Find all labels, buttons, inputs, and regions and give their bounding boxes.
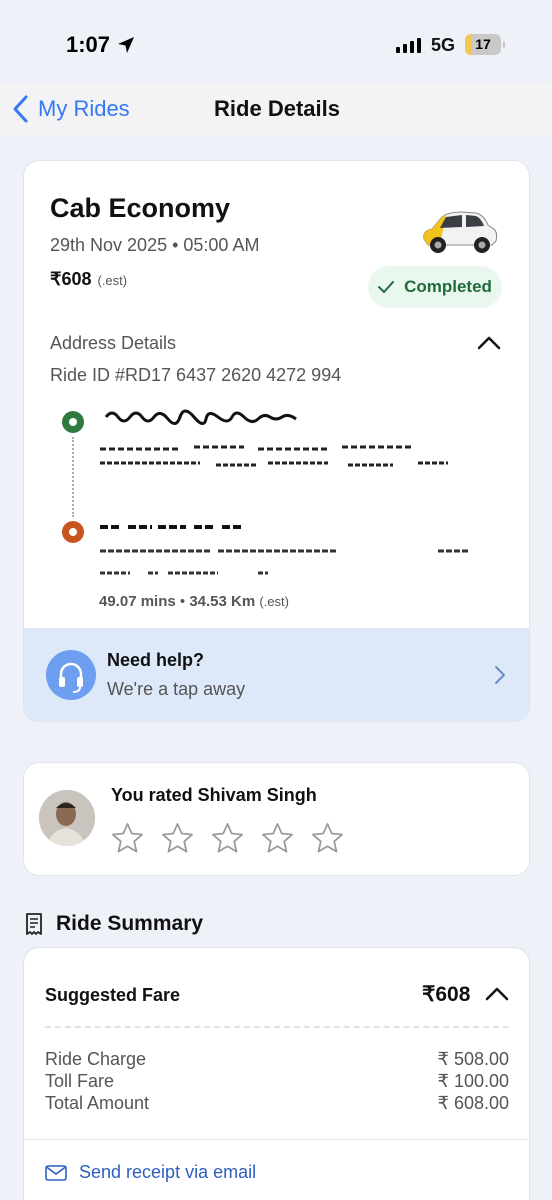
rating-text: You rated Shivam Singh	[111, 785, 317, 805]
status-badge: Completed	[368, 266, 502, 308]
fare-card: Suggested Fare ₹608 Ride Charge ₹ 508.00…	[23, 947, 530, 1200]
ride-fare: ₹608 (.est)	[50, 269, 127, 290]
location-arrow-icon	[118, 37, 134, 53]
status-time: 1:07	[66, 32, 111, 57]
receipt-icon	[26, 913, 42, 935]
divider	[45, 1026, 509, 1028]
ride-card: Cab Economy 29th Nov 2025 • 05:00 AM ₹60…	[23, 160, 530, 722]
star-rating[interactable]	[110, 821, 345, 856]
drop-address-redacted	[100, 525, 468, 575]
line-item-label: Ride Charge	[45, 1049, 147, 1069]
ride-id: Ride ID #RD17 6437 2620 4272 994	[50, 365, 342, 385]
fare-breakdown: Ride Charge ₹ 508.00 Toll Fare ₹ 100.00 …	[45, 1048, 509, 1114]
line-item-value: ₹ 608.00	[437, 1093, 509, 1113]
ride-stats: 49.07 mins • 34.53 Km (.est)	[99, 593, 289, 610]
rating-card: You rated Shivam Singh	[23, 762, 530, 876]
summary-title: Ride Summary	[56, 912, 204, 935]
drop-dot-icon	[62, 521, 84, 543]
fare-amount: ₹608	[422, 983, 471, 1006]
line-item-label: Toll Fare	[45, 1071, 115, 1091]
star-icon[interactable]	[110, 821, 145, 856]
chevron-up-icon[interactable]	[484, 984, 510, 1002]
chevron-right-icon	[495, 666, 505, 684]
list-item: Toll Fare ₹ 100.00	[45, 1070, 509, 1092]
line-item-label: Total Amount	[45, 1093, 150, 1113]
page-title: Ride Details	[214, 96, 340, 121]
pickup-dot-icon	[62, 411, 84, 433]
help-banner[interactable]: Need help? We're a tap away	[24, 628, 529, 721]
ride-distance: 34.53 Km	[189, 593, 256, 610]
ride-type: Cab Economy	[50, 193, 231, 223]
send-receipt-link[interactable]: Send receipt via email	[45, 1162, 256, 1183]
fare-label: Suggested Fare	[45, 985, 181, 1005]
star-icon[interactable]	[210, 821, 245, 856]
list-item: Total Amount ₹ 608.00	[45, 1092, 509, 1114]
help-avatar	[46, 650, 96, 700]
line-item-value: ₹ 100.00	[437, 1071, 509, 1091]
status-bar: 1:07 5G 17	[0, 0, 552, 84]
ride-stats-note: (.est)	[259, 594, 289, 609]
pickup-address-redacted	[100, 409, 448, 467]
battery-percent: 17	[475, 36, 491, 52]
ride-date: 29th Nov 2025 • 05:00 AM	[50, 235, 260, 255]
line-item-value: ₹ 508.00	[437, 1049, 509, 1069]
mail-icon	[45, 1164, 67, 1181]
help-subtitle: We're a tap away	[107, 679, 246, 699]
battery-nub	[503, 41, 505, 48]
avatar	[39, 790, 95, 846]
car-icon	[423, 211, 498, 253]
driver-photo	[39, 790, 95, 846]
ride-duration: 49.07 mins	[99, 593, 176, 610]
chevron-up-icon[interactable]	[476, 333, 502, 351]
star-icon[interactable]	[260, 821, 295, 856]
headset-icon	[59, 662, 83, 693]
route-line	[72, 437, 74, 517]
signal-icon	[396, 38, 421, 53]
checkmark-icon	[378, 281, 395, 293]
battery-icon: 17	[465, 34, 501, 55]
ride-fare-note: (.est)	[97, 273, 128, 288]
divider	[24, 1139, 529, 1140]
help-title: Need help?	[107, 650, 205, 670]
summary-heading: Ride Summary	[24, 912, 203, 936]
list-item: Ride Charge ₹ 508.00	[45, 1048, 509, 1070]
nav-bar: My Rides Ride Details	[0, 84, 552, 136]
star-icon[interactable]	[310, 821, 345, 856]
address-heading: Address Details	[50, 333, 177, 353]
send-receipt-label: Send receipt via email	[79, 1162, 257, 1182]
network-type: 5G	[431, 35, 456, 55]
status-label: Completed	[404, 277, 492, 296]
ride-fare-value: ₹608	[50, 269, 92, 289]
star-icon[interactable]	[160, 821, 195, 856]
